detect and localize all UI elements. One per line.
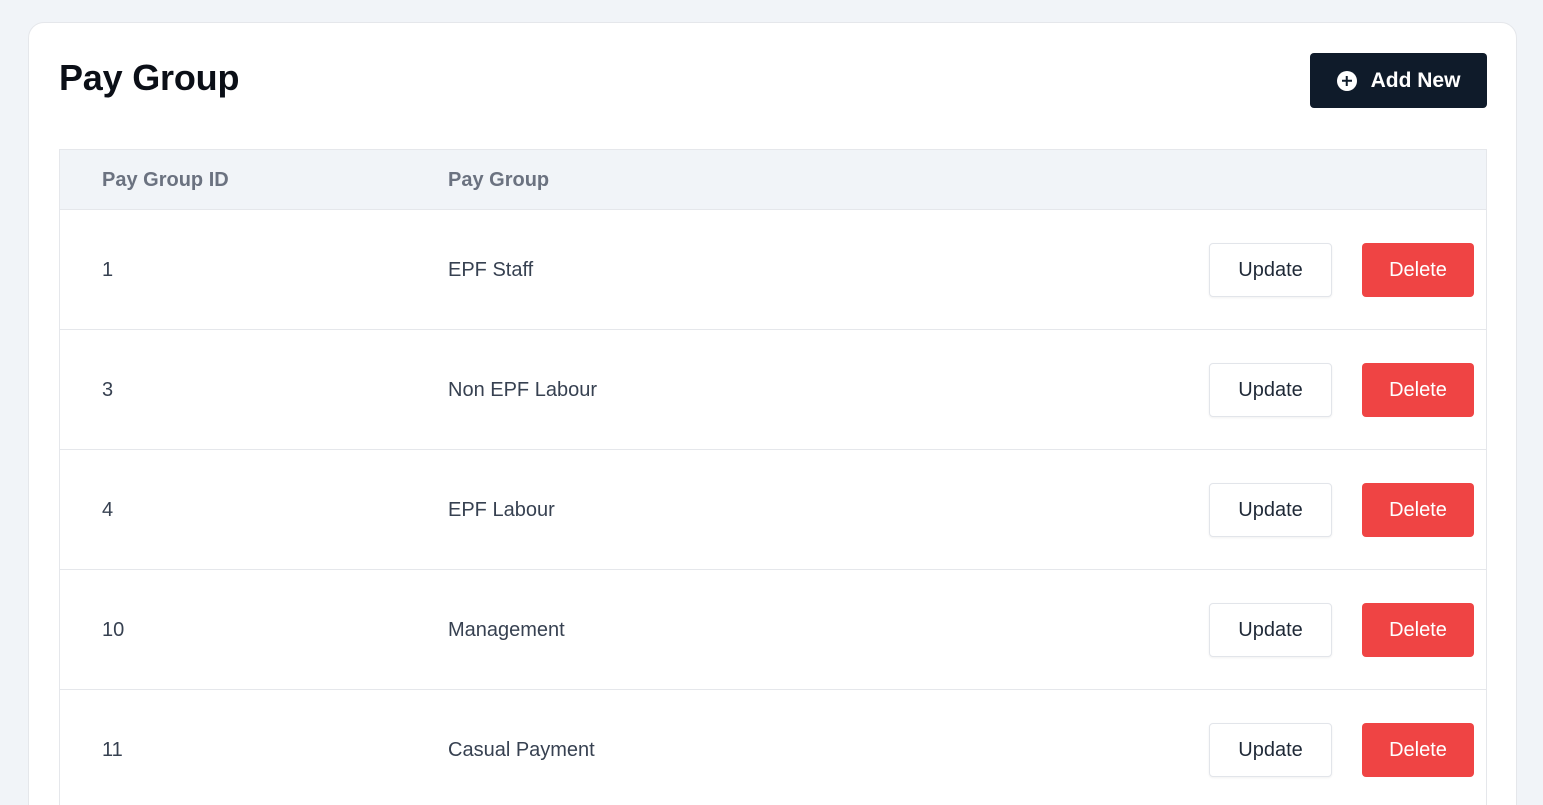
table-row: 11 Casual Payment Update Delete (60, 690, 1486, 805)
pay-group-id-cell: 4 (102, 498, 114, 521)
update-button[interactable]: Update (1209, 483, 1332, 537)
update-button[interactable]: Update (1209, 363, 1332, 417)
table-header: Pay Group ID Pay Group (60, 150, 1486, 210)
pay-group-name-cell: EPF Labour (448, 498, 555, 521)
delete-button[interactable]: Delete (1362, 483, 1474, 537)
table-row: 10 Management Update Delete (60, 570, 1486, 690)
add-new-button[interactable]: Add New (1310, 53, 1487, 108)
pay-group-name-cell: Casual Payment (448, 738, 595, 761)
pay-group-id-cell: 11 (102, 738, 123, 761)
delete-button[interactable]: Delete (1362, 723, 1474, 777)
delete-button[interactable]: Delete (1362, 363, 1474, 417)
pay-group-id-cell: 1 (102, 258, 114, 281)
update-button[interactable]: Update (1209, 603, 1332, 657)
table-row: 3 Non EPF Labour Update Delete (60, 330, 1486, 450)
column-header-pay-group: Pay Group (448, 168, 550, 191)
pay-group-name-cell: Management (448, 618, 565, 641)
pay-group-id-cell: 3 (102, 378, 114, 401)
pay-group-name-cell: EPF Staff (448, 258, 534, 281)
pay-group-id-cell: 10 (102, 618, 125, 641)
pay-group-name-cell: Non EPF Labour (448, 378, 597, 401)
table-row: 1 EPF Staff Update Delete (60, 210, 1486, 330)
pay-group-table: Pay Group ID Pay Group 1 EPF Staff Updat… (59, 149, 1487, 805)
column-header-pay-group-id: Pay Group ID (102, 168, 229, 191)
add-new-label: Add New (1370, 68, 1461, 92)
plus-circle-icon (1336, 70, 1357, 91)
delete-button[interactable]: Delete (1362, 243, 1474, 297)
pay-group-card: Pay Group Add New Pay Group ID Pay Group… (28, 22, 1517, 805)
update-button[interactable]: Update (1209, 723, 1332, 777)
update-button[interactable]: Update (1209, 243, 1332, 297)
delete-button[interactable]: Delete (1362, 603, 1474, 657)
table-row: 4 EPF Labour Update Delete (60, 450, 1486, 570)
page-title: Pay Group (59, 57, 240, 98)
